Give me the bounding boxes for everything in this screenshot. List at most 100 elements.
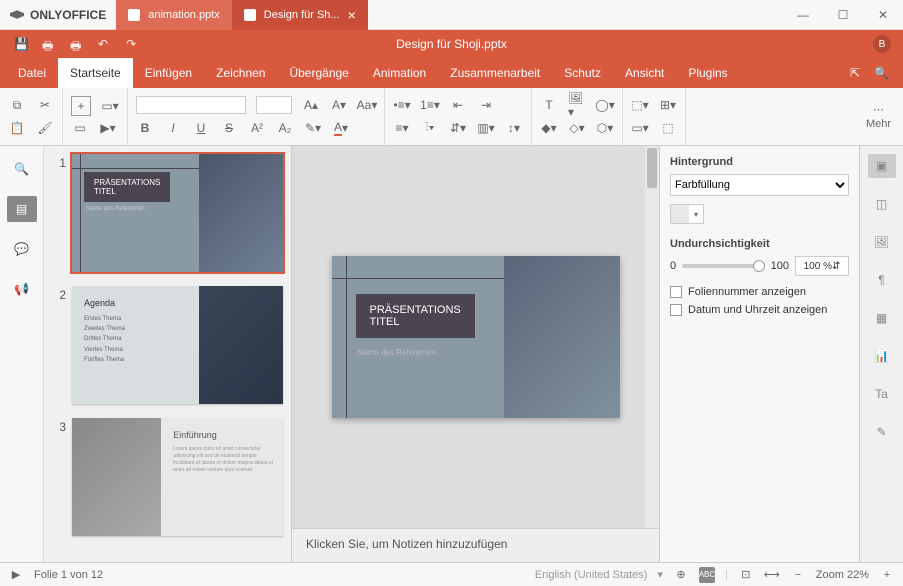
slideshow-icon[interactable]: ▶ bbox=[8, 567, 24, 583]
line-spacing-icon[interactable]: ⇵▾ bbox=[449, 119, 467, 137]
save-icon[interactable]: 💾 bbox=[14, 37, 28, 51]
shape-settings-icon[interactable]: ⬡▾ bbox=[596, 119, 614, 137]
doc-tab-active[interactable]: Design für Sh... × bbox=[232, 0, 368, 30]
notes-area[interactable]: Klicken Sie, um Notizen hinzuzufügen bbox=[292, 528, 659, 562]
arrange-icon[interactable]: ⬚▾ bbox=[631, 96, 649, 114]
layout-dropdown[interactable]: ▭▾ bbox=[101, 97, 119, 115]
language-dropdown-icon[interactable]: ▾ bbox=[657, 568, 663, 581]
menu-ansicht[interactable]: Ansicht bbox=[613, 58, 676, 88]
menu-uebergaenge[interactable]: Übergänge bbox=[277, 58, 360, 88]
image-settings-icon[interactable]: 🖼 bbox=[868, 230, 896, 254]
slide-thumb-2[interactable]: 2 Agenda Erstes Thema Zweites Thema Drit… bbox=[52, 286, 283, 404]
user-badge[interactable]: B bbox=[873, 35, 891, 53]
minimize-button[interactable]: — bbox=[783, 0, 823, 30]
font-size-select[interactable] bbox=[256, 96, 292, 114]
menu-zeichnen[interactable]: Zeichnen bbox=[204, 58, 277, 88]
select-all-icon[interactable]: ⬚ bbox=[659, 119, 677, 137]
align-vertical-icon[interactable]: ⫶▾ bbox=[421, 119, 439, 137]
fill-type-select[interactable]: Farbfüllung bbox=[670, 174, 849, 196]
menu-schutz[interactable]: Schutz bbox=[552, 58, 613, 88]
superscript-icon[interactable]: A² bbox=[248, 119, 266, 137]
search-icon[interactable]: 🔍 bbox=[874, 66, 889, 80]
columns-icon[interactable]: ▥▾ bbox=[477, 119, 495, 137]
text-direction-icon[interactable]: ↕▾ bbox=[505, 119, 523, 137]
zoom-out-icon[interactable]: − bbox=[790, 567, 806, 583]
underline-icon[interactable]: U bbox=[192, 119, 210, 137]
comments-icon[interactable]: 💬 bbox=[7, 236, 37, 262]
spellcheck-icon[interactable]: ABC bbox=[699, 567, 715, 583]
canvas-subtitle[interactable]: Name des Referenten bbox=[358, 348, 436, 357]
close-tab-icon[interactable]: × bbox=[348, 7, 356, 23]
shape-icon[interactable]: ◯▾ bbox=[596, 96, 614, 114]
font-family-select[interactable] bbox=[136, 96, 246, 114]
opacity-slider[interactable] bbox=[682, 264, 765, 268]
slide-settings-icon[interactable]: ▣ bbox=[868, 154, 896, 178]
textbox-icon[interactable]: T bbox=[540, 96, 558, 114]
decrease-indent-icon[interactable]: ⇤ bbox=[449, 96, 467, 114]
reset-slide-icon[interactable]: ▭ bbox=[71, 119, 89, 137]
numbering-icon[interactable]: 1≡▾ bbox=[421, 96, 439, 114]
italic-icon[interactable]: I bbox=[164, 119, 182, 137]
slide-panel[interactable]: 1 PRÄSENTATIONS TITEL Name des Referente… bbox=[44, 146, 292, 562]
format-painter-icon[interactable]: 🖌 bbox=[36, 119, 54, 137]
slideshow-dropdown[interactable]: ▶▾ bbox=[99, 119, 117, 137]
toolbar-more[interactable]: ⋯ Mehr bbox=[854, 88, 903, 145]
language-label[interactable]: English (United States) bbox=[535, 569, 648, 581]
strike-icon[interactable]: S bbox=[220, 119, 238, 137]
feedback-icon[interactable]: 📢 bbox=[7, 276, 37, 302]
slide-canvas[interactable]: PRÄSENTATIONS TITEL Name des Referenten bbox=[332, 256, 620, 418]
align-objects-icon[interactable]: ⊞▾ bbox=[659, 96, 677, 114]
menu-datei[interactable]: Datei bbox=[6, 58, 58, 88]
change-case-icon[interactable]: Aa▾ bbox=[358, 96, 376, 114]
redo-icon[interactable]: ↷ bbox=[126, 37, 140, 51]
fit-slide-icon[interactable]: ⊡ bbox=[738, 567, 754, 583]
show-datetime-checkbox[interactable]: Datum und Uhrzeit anzeigen bbox=[670, 304, 849, 316]
show-slidenum-checkbox[interactable]: Foliennummer anzeigen bbox=[670, 286, 849, 298]
copy-icon[interactable]: ⧉ bbox=[8, 96, 26, 114]
bullets-icon[interactable]: •≡▾ bbox=[393, 96, 411, 114]
textart-settings-icon[interactable]: Ta bbox=[868, 382, 896, 406]
subscript-icon[interactable]: A₂ bbox=[276, 119, 294, 137]
paragraph-settings-icon[interactable]: ¶ bbox=[868, 268, 896, 292]
slide-size-icon[interactable]: ▭▾ bbox=[631, 119, 649, 137]
decrease-font-icon[interactable]: A▾ bbox=[330, 96, 348, 114]
paste-icon[interactable]: 📋 bbox=[8, 119, 26, 137]
image-icon[interactable]: 🖼▾ bbox=[568, 96, 586, 114]
chart-settings-icon[interactable]: 📊 bbox=[868, 344, 896, 368]
table-settings-icon[interactable]: ▦ bbox=[868, 306, 896, 330]
signature-settings-icon[interactable]: ✎ bbox=[868, 420, 896, 444]
increase-indent-icon[interactable]: ⇥ bbox=[477, 96, 495, 114]
menu-animation[interactable]: Animation bbox=[361, 58, 438, 88]
find-icon[interactable]: 🔍 bbox=[7, 156, 37, 182]
open-location-icon[interactable]: ⇱ bbox=[850, 66, 860, 80]
shape-settings-icon[interactable]: ◫ bbox=[868, 192, 896, 216]
cut-icon[interactable]: ✂ bbox=[36, 96, 54, 114]
vertical-scrollbar[interactable] bbox=[645, 146, 659, 528]
slides-view-icon[interactable]: ▤ bbox=[7, 196, 37, 222]
highlight-icon[interactable]: ✎▾ bbox=[304, 119, 322, 137]
canvas-title[interactable]: PRÄSENTATIONS TITEL bbox=[356, 294, 475, 338]
increase-font-icon[interactable]: A▴ bbox=[302, 96, 320, 114]
close-button[interactable]: ✕ bbox=[863, 0, 903, 30]
shape-outline-icon[interactable]: ◇▾ bbox=[568, 119, 586, 137]
fill-color-picker[interactable]: ▾ bbox=[670, 204, 704, 224]
shape-fill-icon[interactable]: ◆▾ bbox=[540, 119, 558, 137]
slide-thumb-1[interactable]: 1 PRÄSENTATIONS TITEL Name des Referente… bbox=[52, 154, 283, 272]
maximize-button[interactable]: ☐ bbox=[823, 0, 863, 30]
spellcheck-lang-icon[interactable]: ⊕ bbox=[673, 567, 689, 583]
bold-icon[interactable]: B bbox=[136, 119, 154, 137]
undo-icon[interactable]: ↶ bbox=[98, 37, 112, 51]
opacity-spinner[interactable]: 100 % ⇵ bbox=[795, 256, 849, 276]
canvas-wrap[interactable]: PRÄSENTATIONS TITEL Name des Referenten bbox=[292, 146, 659, 528]
quickprint-icon[interactable]: 🖶 bbox=[70, 37, 84, 51]
add-slide-button[interactable]: + bbox=[71, 96, 91, 116]
print-icon[interactable]: 🖶 bbox=[42, 37, 56, 51]
doc-tab-inactive[interactable]: animation.pptx bbox=[116, 0, 232, 30]
slide-thumb-3[interactable]: 3 Einführung Lorem ipsum dolor sit amet … bbox=[52, 418, 283, 536]
font-color-icon[interactable]: A▾ bbox=[332, 119, 350, 137]
menu-startseite[interactable]: Startseite bbox=[58, 58, 133, 88]
align-horizontal-icon[interactable]: ≡▾ bbox=[393, 119, 411, 137]
zoom-label[interactable]: Zoom 22% bbox=[816, 569, 869, 581]
menu-zusammenarbeit[interactable]: Zusammenarbeit bbox=[438, 58, 552, 88]
menu-einfuegen[interactable]: Einfügen bbox=[133, 58, 204, 88]
